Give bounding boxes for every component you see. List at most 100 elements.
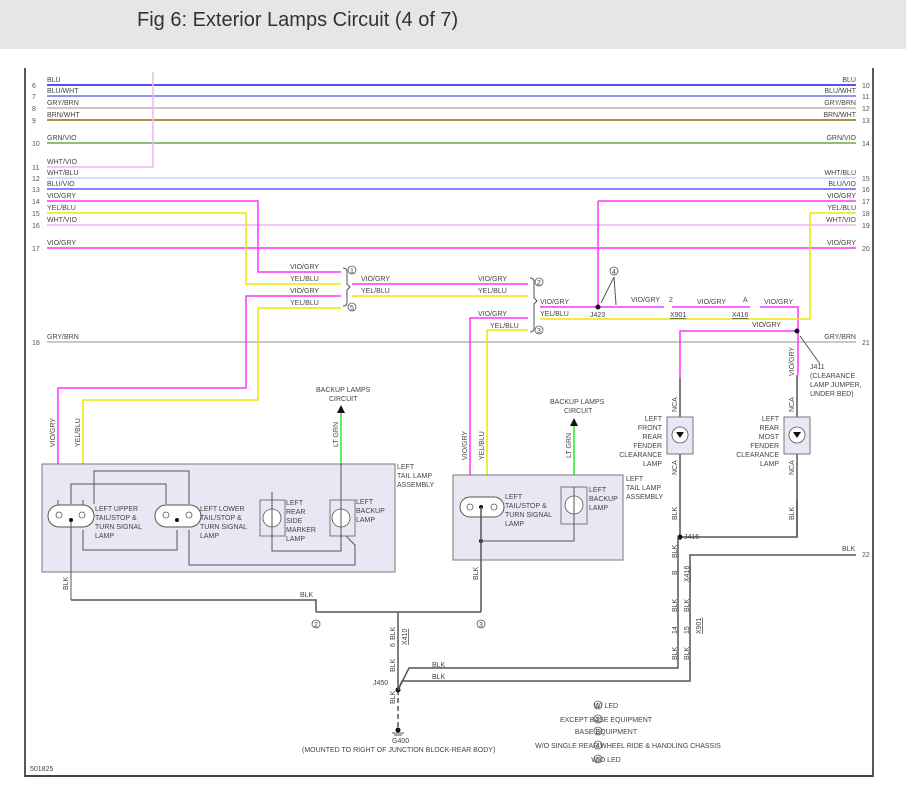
j423-label: J423 — [590, 312, 605, 319]
wire-label: BRN/WHT — [47, 112, 80, 119]
legend-text: W/ LED — [594, 703, 618, 710]
wire-label: VIO/GRY — [478, 311, 507, 318]
backup-circuit-label: CIRCUIT — [564, 408, 593, 415]
lamp-label: LEFT — [505, 494, 523, 501]
x416-label: X416 — [684, 566, 691, 582]
wire-number: 19 — [862, 223, 870, 230]
lamp-label: MOST — [759, 434, 780, 441]
wire-number: 13 — [32, 187, 40, 194]
wire-label: YEL/BLU — [290, 276, 319, 283]
wire-label: VIO/GRY — [540, 299, 569, 306]
lamp-label: LEFT — [645, 416, 663, 423]
wire-label: VIO/GRY — [290, 288, 319, 295]
lamp-label: TAIL/STOP & — [95, 515, 137, 522]
wire-number: 20 — [862, 246, 870, 253]
x416-label: X416 — [732, 312, 748, 319]
wire-label: YEL/BLU — [478, 288, 507, 295]
wire-label: YEL/BLU — [827, 205, 856, 212]
lamp-label: LAMP — [200, 533, 219, 540]
lamp-label: TAIL/STOP & — [200, 515, 242, 522]
wire-number: 8 — [32, 106, 36, 113]
pin-label: 14 — [672, 626, 679, 634]
wire-label: GRY/BRN — [47, 334, 79, 341]
wire-label: BLK — [300, 592, 314, 599]
lamp-label: MARKER — [286, 527, 316, 534]
lamp-label: LEFT — [762, 416, 780, 423]
callout-5: 5 — [350, 305, 354, 312]
lamp-label: TURN SIGNAL — [95, 524, 142, 531]
wire-label: VIO/GRY — [827, 193, 856, 200]
j411-desc: LAMP JUMPER, — [810, 382, 862, 389]
wire-number: 17 — [32, 246, 40, 253]
wire-label: BLK — [672, 506, 679, 520]
lamp-label: LAMP — [356, 517, 375, 524]
wire-label: YEL/BLU — [290, 300, 319, 307]
wire-label: WHT/BLU — [825, 170, 857, 177]
wire-label: VIO/GRY — [50, 418, 57, 447]
backup-circuit-label: BACKUP LAMPS — [316, 387, 371, 394]
wire-label: VIO/GRY — [47, 240, 76, 247]
wire-label: VIO/GRY — [478, 276, 507, 283]
assembly-label: ASSEMBLY — [626, 494, 664, 501]
wire-label: YEL/BLU — [490, 323, 519, 330]
wire-number: 17 — [862, 199, 870, 206]
wire-number: 14 — [32, 199, 40, 206]
wire-number: 18 — [32, 340, 40, 347]
wire-label: BLK — [63, 576, 70, 590]
callout-2: 2 — [537, 280, 541, 287]
wire-label: BLK — [390, 658, 397, 672]
lamp-label: LAMP — [643, 461, 662, 468]
legend-text: BASE EQUIPMENT — [575, 729, 638, 736]
wire-label: WHT/VIO — [826, 217, 856, 224]
g400-label: G400 — [392, 738, 409, 745]
wire-number: 15 — [862, 176, 870, 183]
wire-number: 9 — [32, 118, 36, 125]
j416-label: J416 — [684, 534, 699, 541]
wire-number: 15 — [32, 211, 40, 218]
callout-1: 1 — [350, 268, 354, 275]
lamp-label: LEFT LOWER — [200, 506, 245, 513]
wire-label: VIO/GRY — [361, 276, 390, 283]
wire-label: YEL/BLU — [47, 205, 76, 212]
wire-label: BLK — [390, 626, 397, 640]
wire-label: BLU/VIO — [47, 181, 75, 188]
wire-label: VIO/GRY — [827, 240, 856, 247]
wire-label: VIO/GRY — [752, 322, 781, 329]
lamp-label: BACKUP — [356, 508, 385, 515]
lamp-label: LEFT — [589, 487, 607, 494]
wire-label: NCA — [672, 397, 679, 412]
wire-label: LT GRN — [333, 422, 340, 447]
wire-number: 11 — [32, 165, 39, 172]
x901-label: X901 — [670, 312, 686, 319]
wire-label: GRY/BRN — [824, 334, 856, 341]
lamp-label: CLEARANCE — [736, 452, 779, 459]
wire-label: WHT/BLU — [47, 170, 79, 177]
legend-text: W/O SINGLE REAR WHEEL RIDE & HANDLING CH… — [535, 743, 721, 750]
wire-label: BLU — [842, 77, 856, 84]
wire-label: YEL/BLU — [361, 288, 390, 295]
wire-label: BLK — [432, 662, 446, 669]
wire-label: BLU/WHT — [47, 88, 79, 95]
x410-label: X410 — [402, 629, 409, 645]
lamp-label: LAMP — [589, 505, 608, 512]
backup-circuit-label: BACKUP LAMPS — [550, 399, 605, 406]
legend: 1W/ LED2EXCEPT BASE EQUIPMENT3BASE EQUIP… — [535, 700, 721, 764]
j411-desc: (CLEARANCE — [810, 373, 855, 380]
wire-label: VIO/GRY — [290, 264, 319, 271]
wire-label: VIO/GRY — [47, 193, 76, 200]
wire-label: NCA — [789, 397, 796, 412]
callout-3b: 3 — [479, 622, 483, 629]
wire-label: GRN/VIO — [826, 135, 856, 142]
wire-label: BLK — [672, 646, 679, 660]
pin-label: 15 — [684, 626, 691, 634]
assembly-label: TAIL LAMP — [626, 485, 661, 492]
j411-label: J411 — [810, 364, 825, 371]
wire-number: 11 — [862, 94, 869, 101]
j411-desc: UNDER BED) — [810, 391, 854, 398]
lamp-label: LEFT — [356, 499, 374, 506]
lamp-label: FENDER — [633, 443, 662, 450]
lamp-label: REAR — [643, 434, 662, 441]
routed-wires — [47, 72, 856, 500]
x901-label: X901 — [696, 618, 703, 634]
pin-label: 6 — [390, 643, 397, 647]
